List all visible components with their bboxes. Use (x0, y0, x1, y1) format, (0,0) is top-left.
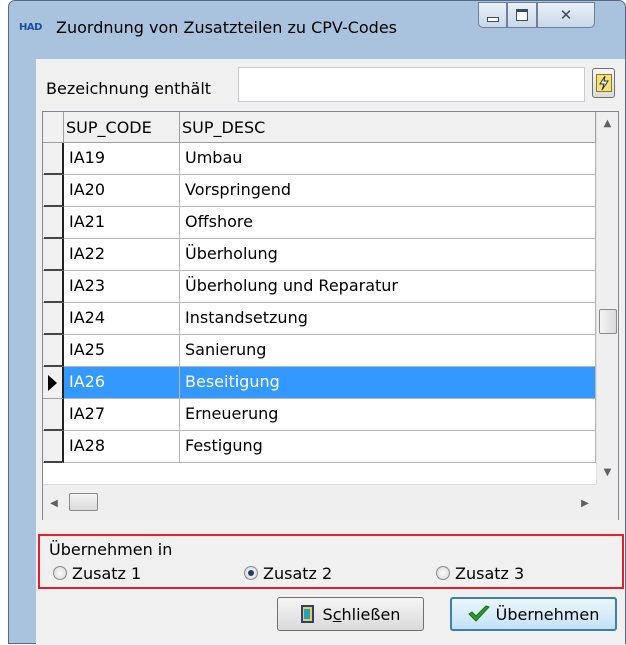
lightning-icon (595, 74, 612, 92)
close-label-start: S (322, 604, 333, 624)
table-row[interactable]: IA23 Überholung und Reparatur (43, 271, 596, 303)
apply-button-label: Übernehmen (495, 604, 600, 624)
row-indicator[interactable] (43, 239, 64, 271)
cell-sup-code[interactable]: IA22 (64, 239, 180, 271)
column-header-sup-desc[interactable]: SUP_DESC (180, 112, 596, 143)
row-indicator[interactable] (43, 271, 64, 303)
radio-label: Zusatz 1 (72, 563, 142, 583)
cell-sup-desc[interactable]: Beseitigung (180, 367, 596, 399)
row-indicator-header (43, 112, 64, 143)
cell-sup-code[interactable]: IA25 (64, 335, 180, 367)
row-indicator[interactable] (43, 303, 64, 335)
apply-filter-button[interactable] (592, 68, 615, 98)
radio-zusatz-3[interactable]: Zusatz 3 (436, 562, 524, 584)
cell-sup-code[interactable]: IA26 (64, 367, 180, 399)
app-logo-icon: HAD (19, 22, 42, 33)
title-bar[interactable]: HAD Zuordnung von Zusatzteilen zu CPV-Co… (9, 1, 625, 59)
apply-to-group-title: Übernehmen in (49, 540, 173, 559)
radio-zusatz-1[interactable]: Zusatz 1 (53, 562, 141, 584)
row-indicator[interactable] (43, 207, 64, 239)
scroll-down-arrow-icon[interactable]: ▼ (597, 461, 618, 483)
table-row[interactable]: IA19 Umbau (43, 143, 596, 175)
cell-sup-code[interactable]: IA24 (64, 303, 180, 335)
scroll-right-arrow-icon[interactable]: ▶ (574, 485, 596, 521)
table-row[interactable]: IA20 Vorspringend (43, 175, 596, 207)
code-grid[interactable]: SUP_CODE SUP_DESC IA19 Umbau IA20 Vorspring… (42, 111, 619, 520)
cell-sup-desc[interactable]: Festigung (180, 431, 596, 463)
close-window-button[interactable]: ✕ (537, 2, 595, 28)
radio-circle-icon (53, 566, 67, 580)
checkmark-icon (467, 605, 490, 622)
table-row[interactable]: IA28 Festigung (43, 431, 596, 463)
maximize-button[interactable] (507, 2, 537, 28)
close-button-label: Schließen (323, 605, 401, 624)
dialog-client-area: Bezeichnung enthält SUP_CODE SUP_DESC IA… (36, 59, 625, 645)
cell-sup-desc[interactable]: Überholung (180, 239, 596, 271)
row-indicator[interactable] (43, 175, 64, 207)
cell-sup-code[interactable]: IA19 (64, 143, 180, 175)
cell-sup-desc[interactable]: Instandsetzung (180, 303, 596, 335)
filter-input[interactable] (238, 67, 585, 102)
row-indicator-mark (44, 461, 62, 463)
door-exit-icon (300, 605, 314, 623)
close-button[interactable]: Schließen (277, 597, 424, 631)
table-row[interactable]: IA24 Instandsetzung (43, 303, 596, 335)
radio-label: Zusatz 2 (263, 563, 333, 583)
table-row[interactable]: IA21 Offshore (43, 207, 596, 239)
minimize-button[interactable] (478, 2, 507, 28)
row-indicator[interactable] (43, 431, 64, 463)
apply-button[interactable]: Übernehmen (450, 597, 617, 631)
row-indicator[interactable] (43, 335, 64, 367)
cell-sup-code[interactable]: IA27 (64, 399, 180, 431)
cell-sup-desc[interactable]: Offshore (180, 207, 596, 239)
vertical-scroll-thumb[interactable] (599, 309, 617, 335)
maximize-icon (516, 9, 528, 21)
row-indicator[interactable] (43, 367, 64, 399)
radio-circle-icon (244, 566, 258, 580)
cell-sup-desc[interactable]: Überholung und Reparatur (180, 271, 596, 303)
window-title: Zuordnung von Zusatzteilen zu CPV-Codes (56, 18, 398, 37)
filter-label: Bezeichnung enthält (46, 79, 212, 98)
cell-sup-desc[interactable]: Sanierung (180, 335, 596, 367)
table-row[interactable]: IA27 Erneuerung (43, 399, 596, 431)
row-indicator[interactable] (43, 399, 64, 431)
scrollbar-corner (596, 484, 618, 520)
table-row[interactable]: IA22 Überholung (43, 239, 596, 271)
vertical-scrollbar[interactable]: ▲ ▼ (596, 112, 618, 484)
scroll-left-arrow-icon[interactable]: ◀ (43, 485, 65, 521)
cell-sup-desc[interactable]: Erneuerung (180, 399, 596, 431)
cell-sup-code[interactable]: IA21 (64, 207, 180, 239)
table-row[interactable]: IA25 Sanierung (43, 335, 596, 367)
table-row[interactable]: IA26 Beseitigung (43, 367, 596, 399)
radio-zusatz-2[interactable]: Zusatz 2 (244, 562, 332, 584)
row-indicator[interactable] (43, 143, 64, 175)
column-header-sup-code[interactable]: SUP_CODE (64, 112, 180, 143)
radio-label: Zusatz 3 (455, 563, 525, 583)
current-row-arrow-icon (48, 375, 57, 391)
cell-sup-code[interactable]: IA20 (64, 175, 180, 207)
radio-circle-icon (436, 566, 450, 580)
window-frame: HAD Zuordnung von Zusatzteilen zu CPV-Co… (8, 0, 626, 645)
cell-sup-desc[interactable]: Vorspringend (180, 175, 596, 207)
scroll-up-arrow-icon[interactable]: ▲ (597, 112, 618, 134)
minimize-icon (486, 16, 499, 22)
cell-sup-desc[interactable]: Umbau (180, 143, 596, 175)
close-label-end: hließen (341, 604, 401, 624)
grid-header: SUP_CODE SUP_DESC (43, 112, 596, 143)
close-label-mnemonic: c (332, 604, 342, 624)
close-icon: ✕ (559, 5, 573, 24)
cell-sup-code[interactable]: IA28 (64, 431, 180, 463)
cell-sup-code[interactable]: IA23 (64, 271, 180, 303)
horizontal-scroll-thumb[interactable] (69, 493, 98, 511)
horizontal-scrollbar[interactable]: ◀ ▶ (43, 484, 596, 520)
